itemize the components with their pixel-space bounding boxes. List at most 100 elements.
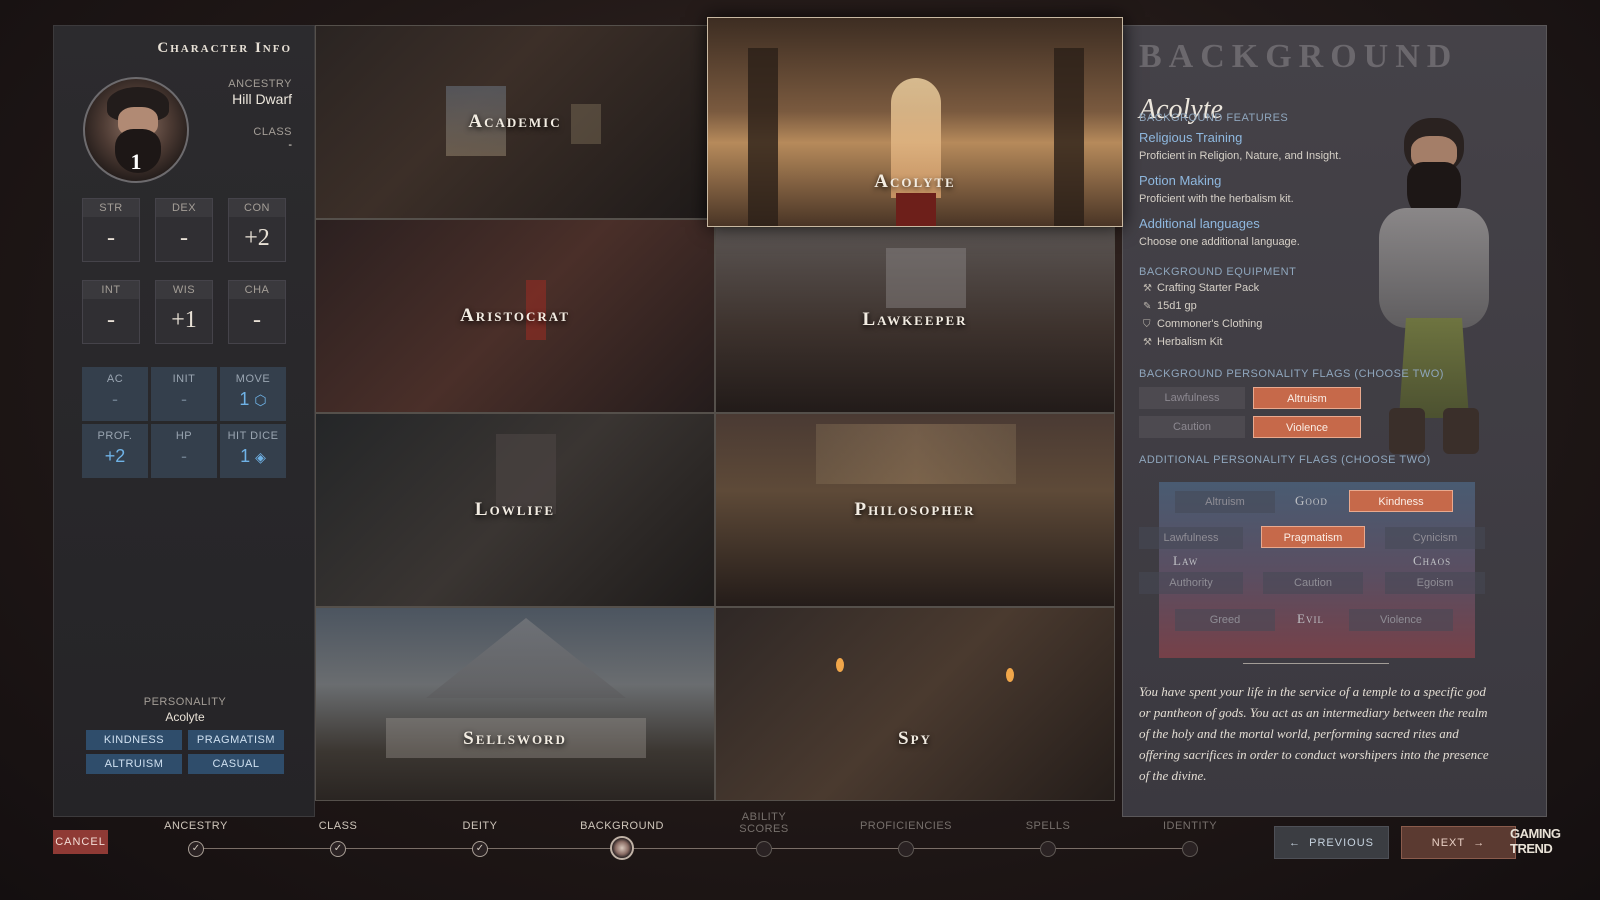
flag-violence[interactable]: Violence bbox=[1253, 416, 1361, 438]
hit-dice-value: 1 bbox=[240, 446, 251, 466]
tile-label: Spy bbox=[898, 728, 932, 749]
cancel-button[interactable]: CANCEL bbox=[53, 830, 108, 854]
step-spells[interactable]: SPELLS bbox=[993, 820, 1103, 857]
feature-desc: Choose one additional language. bbox=[1139, 236, 1300, 248]
ancestry-value: Hill Dwarf bbox=[232, 91, 292, 107]
check-icon: ✓ bbox=[330, 841, 346, 857]
combat-ac: AC - bbox=[82, 367, 148, 421]
align-kindness[interactable]: Kindness bbox=[1349, 490, 1453, 512]
step-background[interactable]: BACKGROUND bbox=[567, 820, 677, 860]
align-caution[interactable]: Caution bbox=[1263, 572, 1363, 594]
align-evil-label: Evil bbox=[1297, 611, 1324, 626]
combat-hit-dice: HIT DICE 1 ◈ bbox=[220, 424, 286, 478]
bg-flags-header: Background Personality Flags (Choose Two… bbox=[1139, 368, 1444, 380]
step-proficiencies[interactable]: PROFICIENCIES bbox=[851, 820, 961, 857]
tile-label: Lawkeeper bbox=[862, 309, 968, 330]
tile-label: Acolyte bbox=[874, 171, 956, 192]
background-tile-aristocrat[interactable]: Aristocrat bbox=[315, 219, 715, 413]
flag-altruism[interactable]: Altruism bbox=[1253, 387, 1361, 409]
move-value: 1 bbox=[239, 389, 250, 409]
stat-con: CON +2 bbox=[228, 198, 286, 262]
align-egoism[interactable]: Egoism bbox=[1385, 572, 1485, 594]
feature-title: Additional languages bbox=[1139, 216, 1260, 231]
background-description: You have spent your life in the service … bbox=[1139, 684, 1489, 783]
character-info-title: Character Info bbox=[157, 40, 292, 56]
character-figure bbox=[1349, 118, 1519, 458]
arrow-left-icon: ← bbox=[1289, 837, 1301, 849]
feature-desc: Proficient in Religion, Nature, and Insi… bbox=[1139, 150, 1342, 162]
detail-heading: BACKGROUND bbox=[1139, 38, 1459, 75]
step-ability-scores[interactable]: ABILITY SCORES bbox=[709, 811, 819, 857]
step-class[interactable]: CLASS ✓ bbox=[283, 820, 393, 857]
align-law-label: Law bbox=[1173, 553, 1199, 568]
background-tile-lowlife[interactable]: Lowlife bbox=[315, 413, 715, 607]
background-tile-philosopher[interactable]: Philosopher bbox=[715, 413, 1115, 607]
step-identity[interactable]: IDENTITY bbox=[1135, 820, 1245, 857]
character-level: 1 bbox=[130, 149, 142, 174]
combat-move: MOVE 1 ⬡ bbox=[220, 367, 286, 421]
step-deity[interactable]: DEITY ✓ bbox=[425, 820, 535, 857]
crafting-icon: ⚒ bbox=[1143, 283, 1152, 294]
align-altruism[interactable]: Altruism bbox=[1175, 491, 1275, 513]
feature-desc: Proficient with the herbalism kit. bbox=[1139, 193, 1294, 205]
align-chaos-label: Chaos bbox=[1413, 553, 1452, 568]
step-ancestry[interactable]: ANCESTRY ✓ bbox=[141, 820, 251, 857]
feature-title: Religious Training bbox=[1139, 130, 1243, 145]
flag-lawfulness[interactable]: Lawfulness bbox=[1139, 387, 1245, 409]
additional-flags-header: Additional Personality Flags (Choose Two… bbox=[1139, 454, 1431, 466]
equipment-item: ⚒ Crafting Starter Pack bbox=[1143, 282, 1260, 294]
combat-init: INIT - bbox=[151, 367, 217, 421]
ancestry-label: Ancestry bbox=[228, 78, 292, 90]
background-tile-academic[interactable]: Academic bbox=[315, 25, 715, 219]
feature-title: Potion Making bbox=[1139, 173, 1222, 188]
personality-title: PERSONALITY bbox=[143, 696, 227, 708]
class-label: Class bbox=[253, 126, 292, 138]
personality-tag[interactable]: ALTRUISM bbox=[86, 754, 182, 774]
clothing-icon: ⛉ bbox=[1143, 319, 1151, 330]
equipment-item: ✎ 15d1 gp bbox=[1143, 300, 1197, 312]
pending-step-icon bbox=[898, 841, 914, 857]
stat-cha: CHA - bbox=[228, 280, 286, 344]
arrow-right-icon: → bbox=[1473, 837, 1486, 849]
background-tile-acolyte[interactable]: Acolyte bbox=[707, 17, 1123, 227]
personality-tag[interactable]: CASUAL bbox=[188, 754, 284, 774]
stat-int: INT - bbox=[82, 280, 140, 344]
equipment-item: ⚒ Herbalism Kit bbox=[1143, 336, 1223, 348]
check-icon: ✓ bbox=[472, 841, 488, 857]
check-icon: ✓ bbox=[188, 841, 204, 857]
features-header: Background Features bbox=[1139, 112, 1289, 124]
personality-tag[interactable]: PRAGMATISM bbox=[188, 730, 284, 750]
background-detail-panel: BACKGROUND Acolyte Background Features R… bbox=[1122, 25, 1547, 817]
move-hex-icon: ⬡ bbox=[254, 392, 267, 408]
character-info-panel: Character Info 1 Ancestry Hill Dwarf Cla… bbox=[53, 25, 315, 817]
align-violence[interactable]: Violence bbox=[1349, 609, 1453, 631]
personality-subtitle: Acolyte bbox=[165, 710, 205, 724]
pending-step-icon bbox=[1040, 841, 1056, 857]
align-cynicism[interactable]: Cynicism bbox=[1385, 527, 1485, 549]
character-portrait[interactable]: 1 bbox=[83, 77, 189, 183]
ornament-divider bbox=[1243, 663, 1389, 664]
align-good-label: Good bbox=[1295, 493, 1328, 508]
align-pragmatism[interactable]: Pragmatism bbox=[1261, 526, 1365, 548]
background-tile-spy[interactable]: Spy bbox=[715, 607, 1115, 801]
stat-str: STR - bbox=[82, 198, 140, 262]
kit-icon: ⚒ bbox=[1143, 337, 1152, 348]
flag-caution[interactable]: Caution bbox=[1139, 416, 1245, 438]
next-button[interactable]: NEXT → bbox=[1401, 826, 1516, 859]
combat-prof: PROF. +2 bbox=[82, 424, 148, 478]
tile-label: Academic bbox=[468, 111, 562, 132]
background-tile-lawkeeper[interactable]: Lawkeeper bbox=[715, 227, 1115, 413]
gold-icon: ✎ bbox=[1143, 301, 1152, 312]
align-authority[interactable]: Authority bbox=[1139, 572, 1243, 594]
personality-summary: PERSONALITY Acolyte KINDNESS PRAGMATISM … bbox=[84, 696, 286, 778]
combat-hp: HP - bbox=[151, 424, 217, 478]
watermark-logo: GAMING TREND bbox=[1510, 826, 1561, 856]
tile-label: Sellsword bbox=[463, 728, 567, 749]
equipment-item: ⛉ Commoner's Clothing bbox=[1143, 318, 1263, 330]
previous-button[interactable]: ← PREVIOUS bbox=[1274, 826, 1389, 859]
align-greed[interactable]: Greed bbox=[1175, 609, 1275, 631]
equipment-header: Background Equipment bbox=[1139, 266, 1297, 278]
background-tile-sellsword[interactable]: Sellsword bbox=[315, 607, 715, 801]
align-lawfulness[interactable]: Lawfulness bbox=[1139, 527, 1243, 549]
personality-tag[interactable]: KINDNESS bbox=[86, 730, 182, 750]
